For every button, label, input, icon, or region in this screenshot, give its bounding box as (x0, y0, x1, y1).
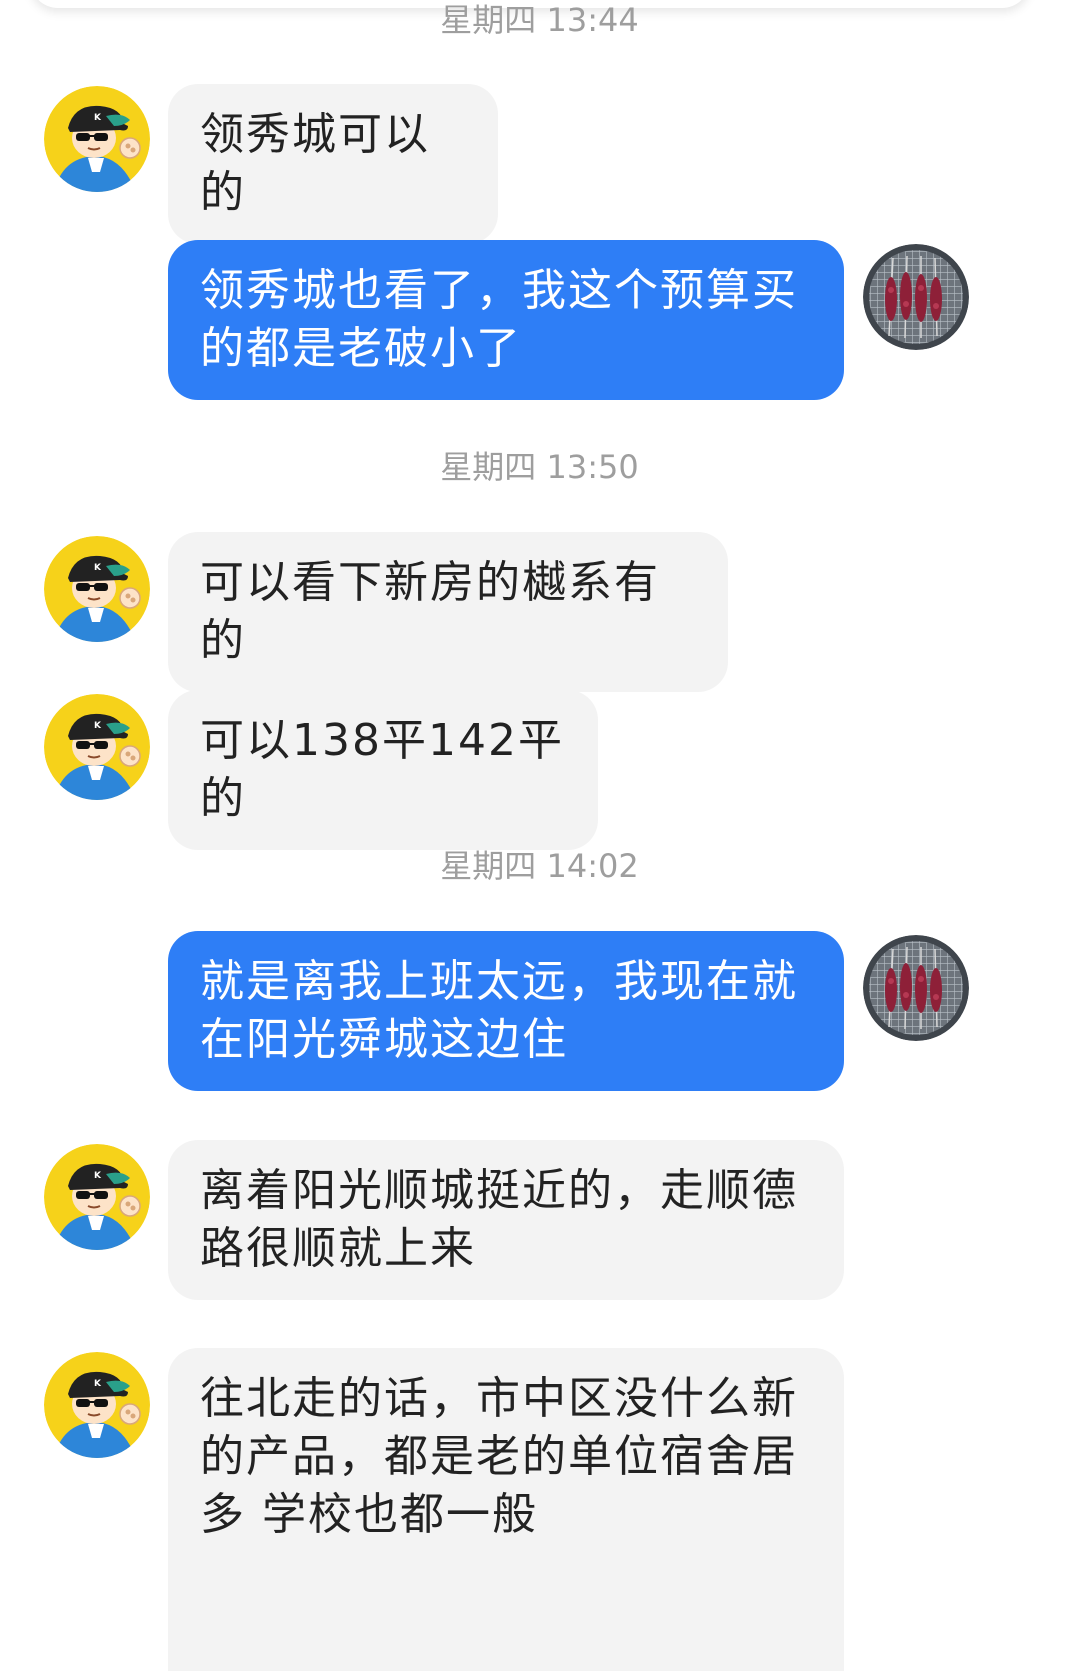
incoming-message-bubble[interactable]: 可以138平142平的 (168, 690, 598, 850)
incoming-message-bubble[interactable]: 往北走的话，市中区没什么新的产品，都是老的单位宿舍居多 学校也都一般 (168, 1348, 844, 1671)
outgoing-message-bubble[interactable]: 领秀城也看了，我这个预算买的都是老破小了 (168, 240, 844, 400)
timestamp: 星期四 14:02 (440, 847, 639, 885)
contact-avatar-icon[interactable]: K (44, 694, 150, 800)
svg-text:K: K (94, 113, 102, 123)
incoming-message-bubble[interactable]: 领秀城可以的 (168, 84, 498, 244)
self-avatar-icon[interactable] (863, 244, 969, 350)
contact-avatar-icon[interactable]: K (44, 1352, 150, 1458)
contact-avatar-icon[interactable]: K (44, 536, 150, 642)
incoming-message-bubble[interactable]: 可以看下新房的樾系有的 (168, 532, 728, 692)
outgoing-message-bubble[interactable]: 就是离我上班太远，我现在就在阳光舜城这边住 (168, 931, 844, 1091)
contact-avatar-icon[interactable]: K (44, 86, 150, 192)
incoming-message-bubble[interactable]: 离着阳光顺城挺近的，走顺德路很顺就上来 (168, 1140, 844, 1300)
svg-text:K: K (94, 1171, 102, 1181)
svg-text:K: K (94, 1379, 102, 1389)
self-avatar-icon[interactable] (863, 935, 969, 1041)
timestamp: 星期四 13:50 (440, 448, 639, 486)
timestamp: 星期四 13:44 (440, 1, 639, 39)
svg-text:K: K (94, 563, 102, 573)
contact-avatar-icon[interactable]: K (44, 1144, 150, 1250)
svg-text:K: K (94, 721, 102, 731)
